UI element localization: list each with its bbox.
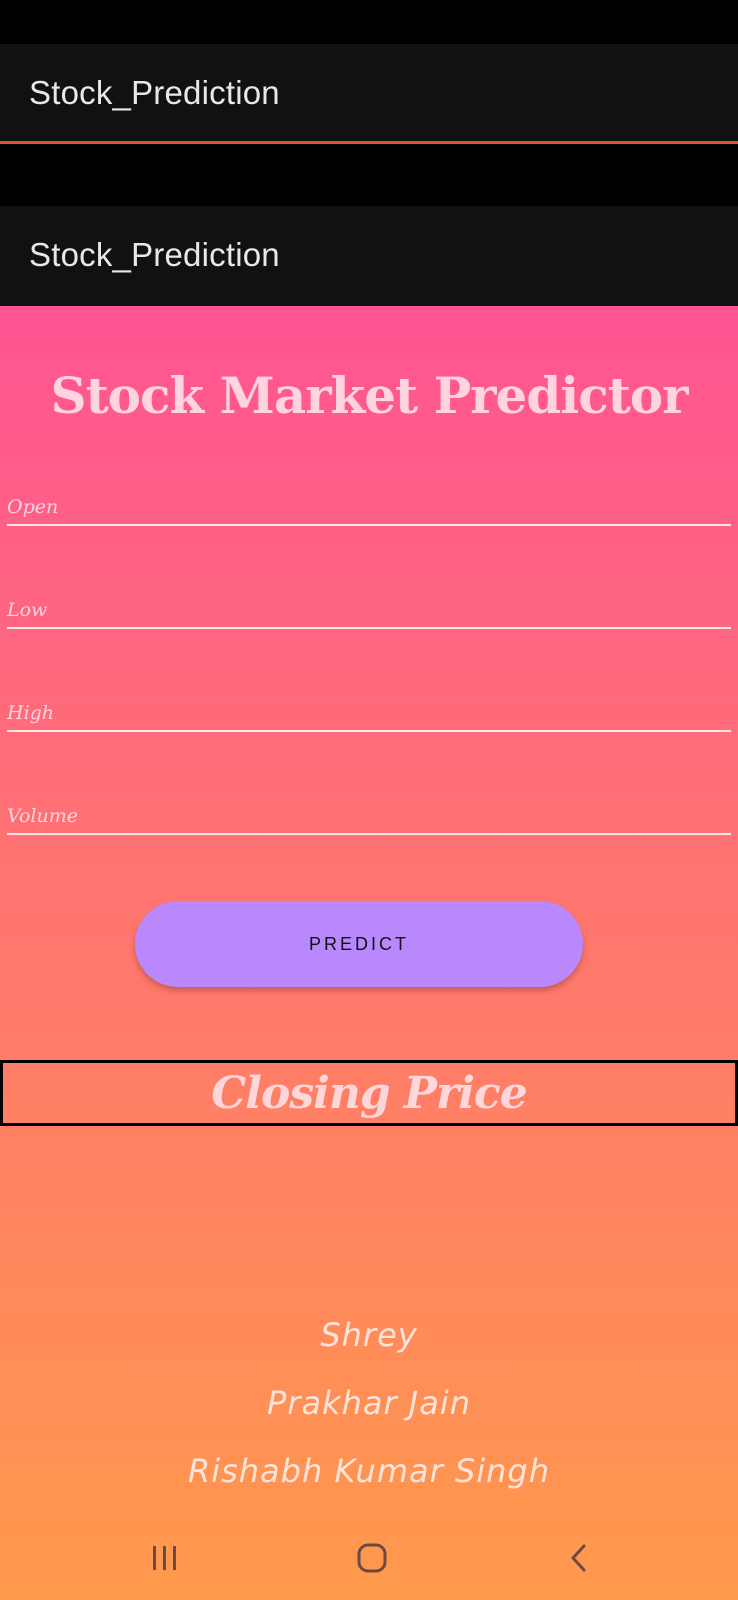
recent-apps-icon	[153, 1545, 176, 1570]
app-bar-top: Stock_Prediction	[0, 44, 738, 144]
status-bar	[0, 0, 738, 44]
back-icon	[571, 1544, 586, 1571]
home-button[interactable]	[327, 1515, 417, 1600]
app-title: Stock_Prediction	[29, 74, 280, 111]
volume-field-hint: Volume	[7, 805, 78, 827]
credit-name: Prakhar Jain	[266, 1384, 472, 1422]
predict-button[interactable]: PREDICT	[135, 901, 583, 987]
status-bar-secondary	[0, 147, 738, 206]
app-title: Stock_Prediction	[29, 236, 280, 273]
credit-name: Shrey	[320, 1316, 418, 1354]
app-bar-main: Stock_Prediction	[0, 206, 738, 306]
credit-name: Rishabh Kumar Singh	[187, 1452, 551, 1490]
high-field[interactable]: High	[7, 690, 731, 732]
screen: Stock_Prediction Stock_Prediction Stock …	[0, 0, 738, 1600]
open-field-hint: Open	[7, 496, 59, 518]
low-field-hint: Low	[7, 599, 48, 621]
high-field-hint: High	[7, 702, 55, 724]
closing-price-label: Closing Price	[211, 1067, 527, 1119]
home-icon	[357, 1543, 387, 1572]
low-field[interactable]: Low	[7, 587, 731, 629]
main-content: Stock Market Predictor Open Low High Vol…	[0, 306, 738, 1600]
open-field[interactable]: Open	[7, 484, 731, 526]
recent-apps-button[interactable]	[120, 1515, 210, 1600]
closing-price-output: Closing Price	[0, 1060, 738, 1126]
volume-field[interactable]: Volume	[7, 793, 731, 835]
system-nav-bar	[0, 1515, 738, 1600]
page-title: Stock Market Predictor	[50, 366, 688, 425]
back-button[interactable]	[534, 1515, 624, 1600]
